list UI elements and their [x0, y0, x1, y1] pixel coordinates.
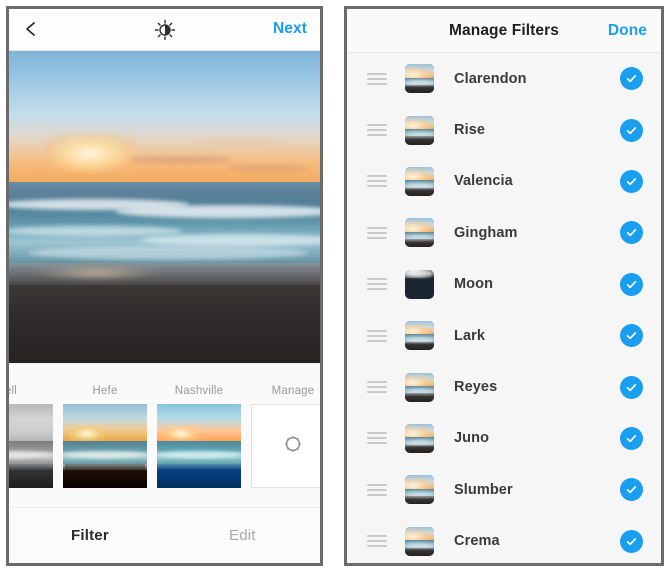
- page-title: Manage Filters: [449, 22, 559, 39]
- filter-thumbnail: [405, 166, 434, 196]
- editor-tab-bar: Filter Edit: [9, 507, 320, 563]
- check-icon: [626, 126, 637, 134]
- filter-thumbnail[interactable]: [157, 404, 241, 488]
- photo-wave-foam: [139, 233, 320, 246]
- tab-filter[interactable]: Filter: [71, 527, 109, 544]
- filter-item-manage[interactable]: Manage: [251, 385, 320, 488]
- filter-list-row[interactable]: Rise: [347, 104, 661, 155]
- photo-image: [9, 51, 320, 363]
- filter-enabled-checkbox[interactable]: [620, 478, 643, 502]
- gear-icon: [280, 431, 306, 462]
- filter-name-label: Valencia: [454, 173, 513, 190]
- drag-handle-icon[interactable]: [367, 532, 387, 550]
- filter-item-label: Nashville: [174, 385, 224, 397]
- filter-enabled-checkbox[interactable]: [620, 272, 643, 296]
- filter-thumbnail: [405, 269, 434, 299]
- filter-list-row[interactable]: Crema: [347, 516, 661, 563]
- filter-enabled-checkbox[interactable]: [620, 426, 643, 450]
- filter-enabled-checkbox[interactable]: [620, 375, 643, 399]
- drag-handle-icon[interactable]: [367, 481, 387, 499]
- filter-item-label: ell: [9, 385, 18, 397]
- filter-list-row[interactable]: Reyes: [347, 361, 661, 412]
- check-icon: [626, 383, 637, 391]
- filter-list-row[interactable]: Slumber: [347, 464, 661, 515]
- photo-cloud: [226, 164, 308, 171]
- filter-thumbnail: [405, 372, 434, 402]
- filter-enabled-checkbox[interactable]: [620, 169, 643, 193]
- filter-list-row[interactable]: Gingham: [347, 207, 661, 258]
- check-icon: [626, 229, 637, 237]
- filter-name-label: Moon: [454, 276, 494, 293]
- filter-name-label: Lark: [454, 327, 486, 344]
- filter-list-row[interactable]: Clarendon: [347, 53, 661, 104]
- manage-tile-label: Manage: [271, 385, 315, 397]
- filter-item-nashville[interactable]: Nashville: [157, 385, 241, 488]
- manage-filters-header: Manage Filters Done: [347, 9, 661, 53]
- filter-thumbnail: [405, 475, 434, 505]
- filter-enabled-checkbox[interactable]: [620, 324, 643, 348]
- drag-handle-icon[interactable]: [367, 172, 387, 190]
- check-icon: [626, 178, 637, 186]
- photo-wave-foam: [9, 225, 184, 236]
- done-button[interactable]: Done: [608, 22, 647, 40]
- photo-sun-reflection: [33, 264, 159, 281]
- photo-preview[interactable]: [9, 51, 320, 363]
- drag-handle-icon[interactable]: [367, 121, 387, 139]
- filter-enabled-checkbox[interactable]: [620, 118, 643, 142]
- filter-thumbnail: [405, 218, 434, 248]
- drag-handle-icon[interactable]: [367, 275, 387, 293]
- filter-list-row[interactable]: Valencia: [347, 156, 661, 207]
- filter-name-label: Crema: [454, 533, 500, 550]
- drag-handle-icon[interactable]: [367, 327, 387, 345]
- filter-thumbnail: [405, 64, 434, 94]
- filter-list-row[interactable]: Lark: [347, 310, 661, 361]
- filter-thumbnail: [405, 115, 434, 145]
- filter-name-label: Slumber: [454, 481, 513, 498]
- tab-edit[interactable]: Edit: [229, 527, 256, 544]
- check-icon: [626, 486, 637, 494]
- drag-handle-icon[interactable]: [367, 429, 387, 447]
- filter-enabled-checkbox[interactable]: [620, 529, 643, 553]
- filter-carousel-track: ell Hefe: [9, 364, 320, 488]
- manage-filters-list[interactable]: Clarendon Rise Valencia Gingham Moon Lark Reye…: [347, 53, 661, 563]
- filter-thumbnail[interactable]: [9, 404, 53, 488]
- filter-name-label: Gingham: [454, 224, 518, 241]
- filter-enabled-checkbox[interactable]: [620, 67, 643, 91]
- filter-item-hefe[interactable]: Hefe: [63, 385, 147, 488]
- filter-thumbnail[interactable]: [63, 404, 147, 488]
- next-button[interactable]: Next: [273, 20, 307, 38]
- photo-wave-foam: [27, 246, 308, 260]
- filter-name-label: Clarendon: [454, 70, 527, 87]
- check-icon: [626, 75, 637, 83]
- filter-list-row[interactable]: Juno: [347, 413, 661, 464]
- filter-item-label: Hefe: [92, 385, 118, 397]
- screenshot-root: Next ll Hefe Nashville Manage Filter Edi…: [0, 0, 670, 572]
- check-icon: [626, 332, 637, 340]
- photo-editor-panel: Next ll Hefe Nashville Manage Filter Edi…: [6, 6, 323, 566]
- filter-item-inkwell[interactable]: ell: [9, 385, 53, 488]
- filter-thumbnail: [405, 526, 434, 556]
- check-icon: [626, 280, 637, 288]
- drag-handle-icon[interactable]: [367, 224, 387, 242]
- check-icon: [626, 537, 637, 545]
- drag-handle-icon[interactable]: [367, 70, 387, 88]
- check-icon: [626, 434, 637, 443]
- filter-thumbnail: [405, 423, 434, 453]
- drag-handle-icon[interactable]: [367, 378, 387, 396]
- editor-top-bar: Next: [9, 9, 320, 51]
- filter-list-row[interactable]: Moon: [347, 259, 661, 310]
- filter-name-label: Rise: [454, 122, 486, 139]
- photo-cloud: [127, 155, 233, 164]
- photo-sand: [9, 285, 320, 363]
- filter-carousel[interactable]: ell Hefe: [9, 363, 320, 507]
- photo-sun: [44, 132, 135, 175]
- filter-name-label: Juno: [454, 430, 490, 447]
- brightness-sun-icon[interactable]: [153, 18, 177, 42]
- chevron-left-icon[interactable]: [23, 20, 39, 38]
- manage-filters-panel: Manage Filters Done Clarendon Rise Valenci…: [344, 6, 664, 566]
- filter-enabled-checkbox[interactable]: [620, 221, 643, 245]
- manage-filters-tile[interactable]: [251, 404, 320, 488]
- filter-thumbnail: [405, 321, 434, 351]
- filter-name-label: Reyes: [454, 379, 498, 396]
